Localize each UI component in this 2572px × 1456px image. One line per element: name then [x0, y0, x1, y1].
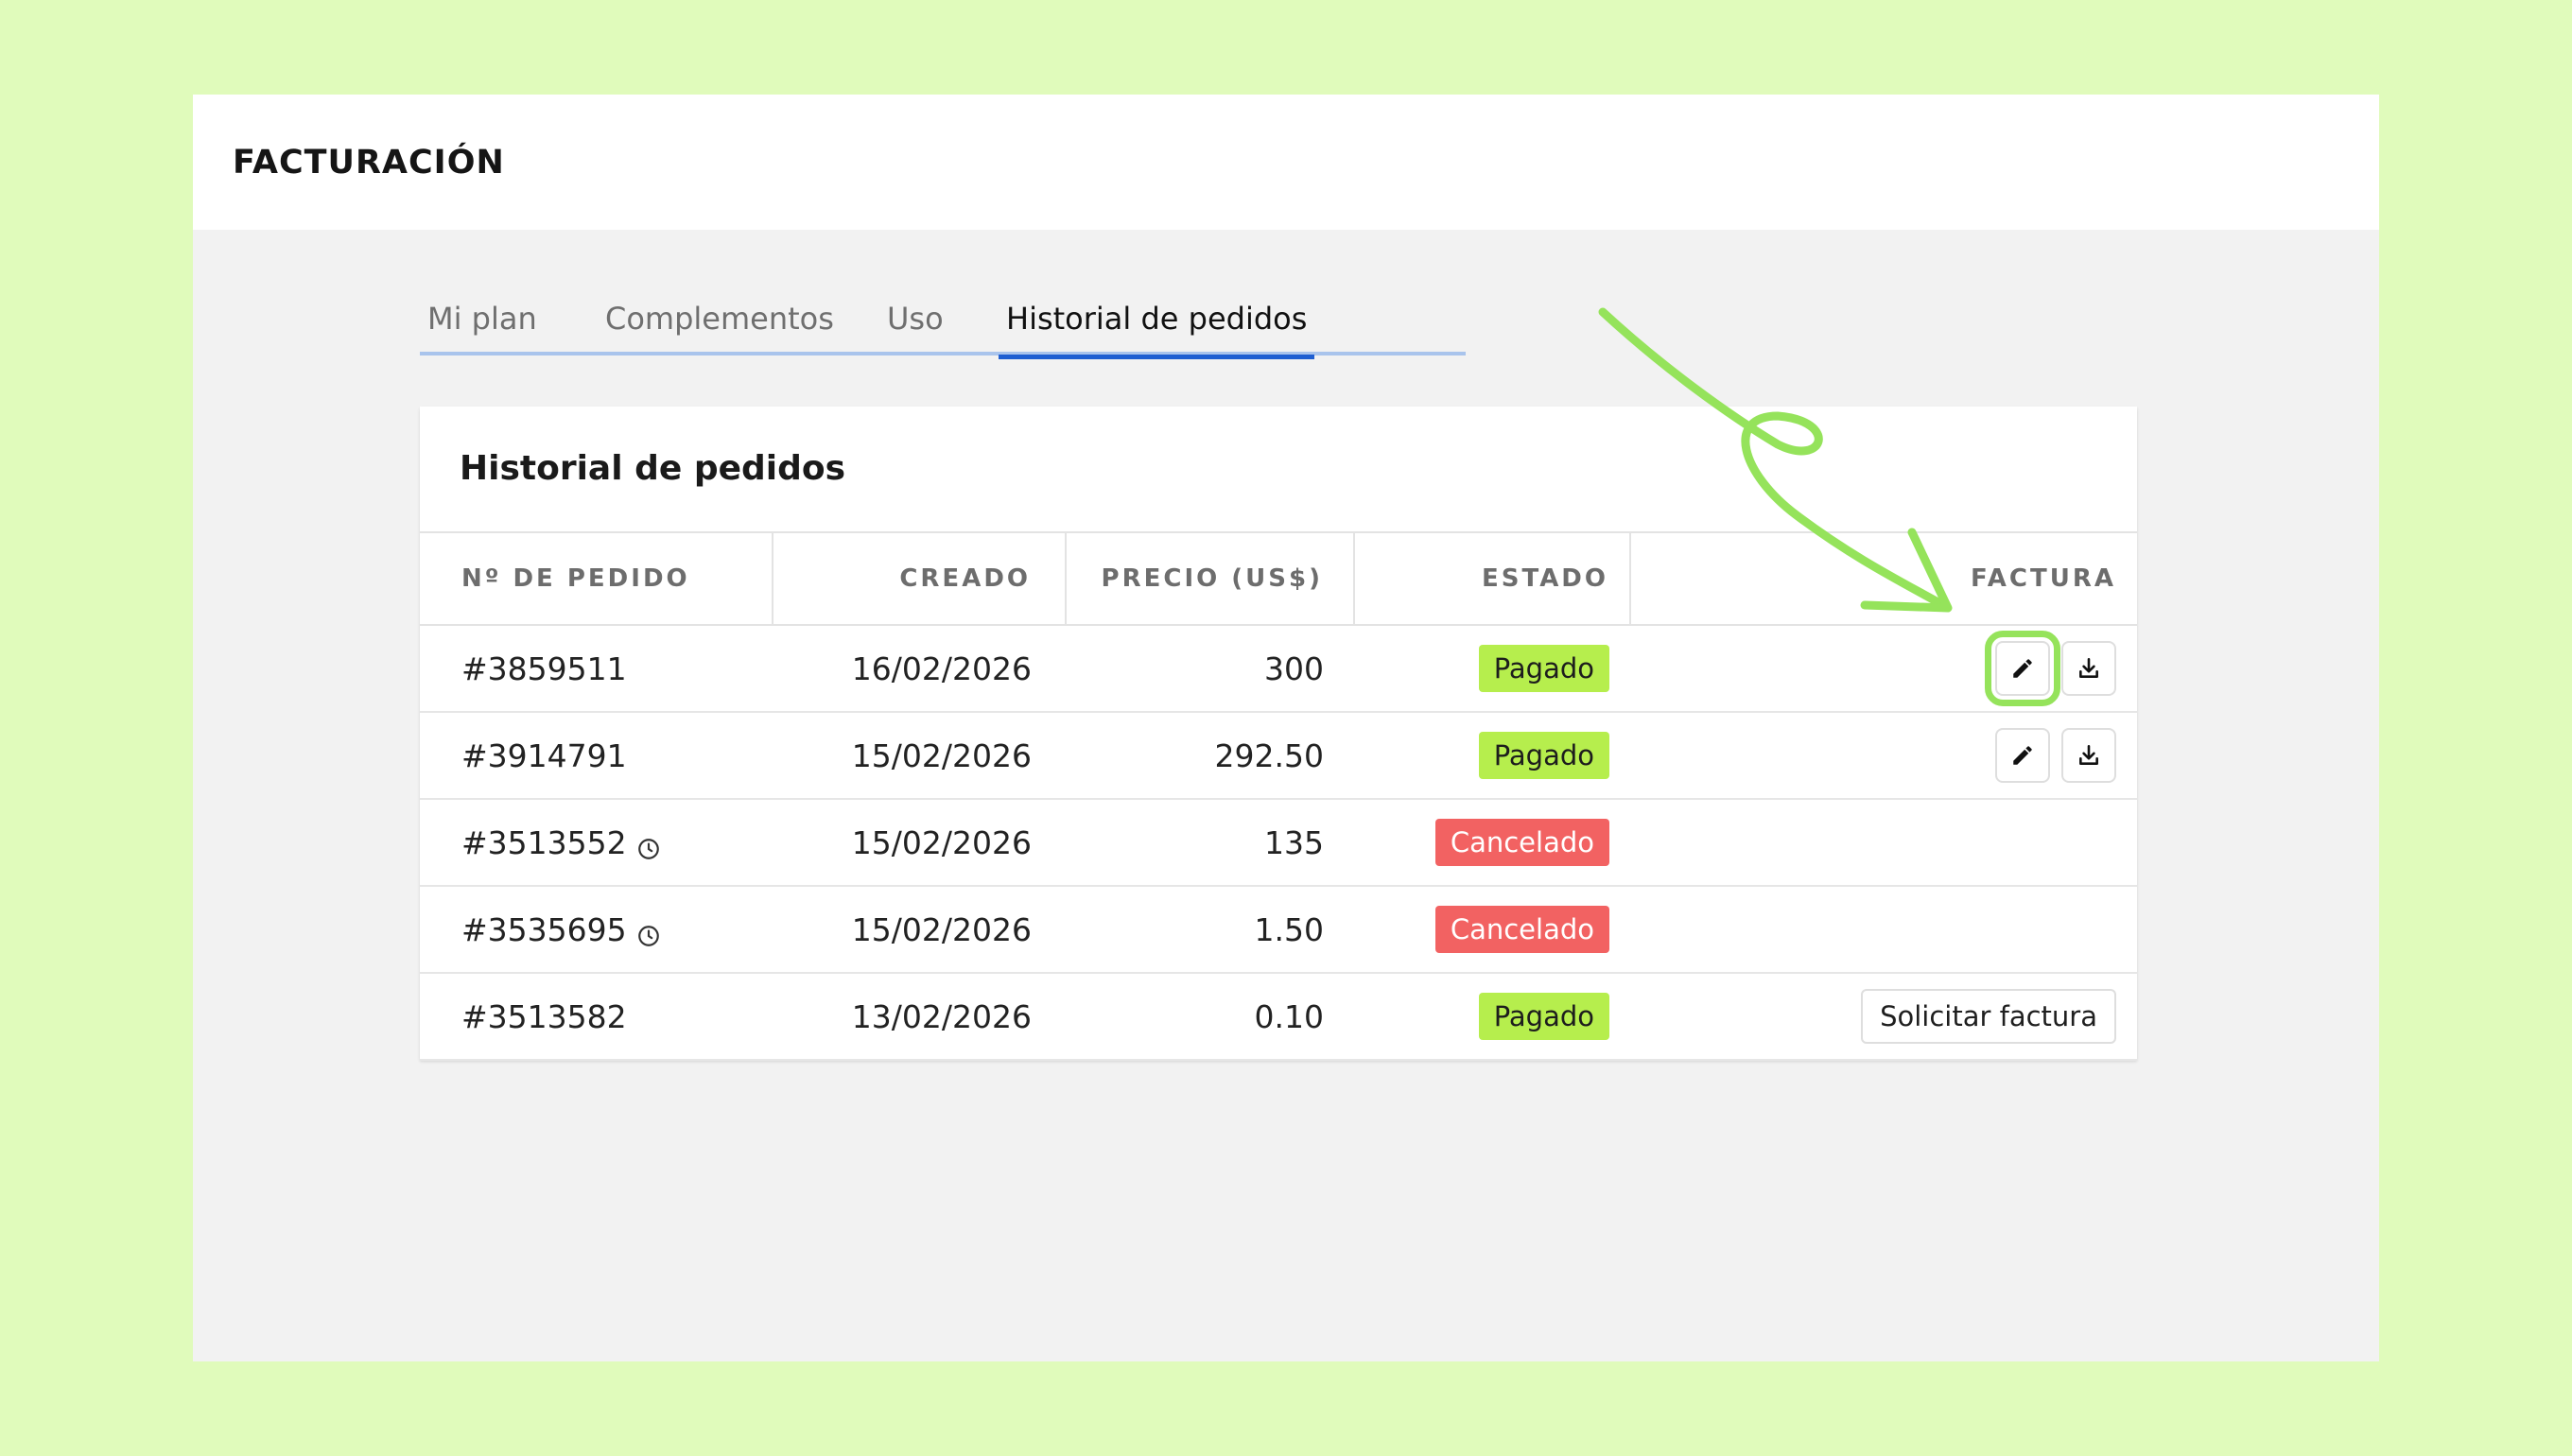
tab-historial-de-pedidos[interactable]: Historial de pedidos	[999, 291, 1315, 359]
status-badge: Cancelado	[1434, 819, 1609, 866]
order-number-cell: #3513582	[420, 973, 773, 1061]
download-invoice-button[interactable]	[2061, 641, 2116, 696]
order-number: #3513582	[461, 997, 627, 1035]
top-bar: FACTURACIÓN	[193, 95, 2379, 230]
tab-complementos[interactable]: Complementos	[598, 291, 842, 355]
billing-window: FACTURACIÓN Mi plan Complementos Uso His…	[193, 95, 2379, 1361]
tab-bar: Mi plan Complementos Uso Historial de pe…	[420, 291, 1466, 359]
orders-table: Nº DE PEDIDO CREADO PRECIO (US$) ESTADO …	[420, 531, 2137, 1061]
header-status: ESTADO	[1354, 531, 1631, 626]
header-created: CREADO	[773, 531, 1067, 626]
status-cell: Cancelado	[1354, 886, 1630, 974]
table-row: #3535695 15/02/2026 1.50 Cancelado	[420, 886, 2137, 974]
status-cell: Cancelado	[1354, 799, 1630, 887]
clock-icon	[636, 832, 661, 859]
status-cell: Pagado	[1354, 973, 1630, 1061]
order-number-cell: #3914791	[420, 712, 773, 800]
order-number-cell: #3859511	[420, 625, 773, 713]
tab-uso[interactable]: Uso	[879, 291, 951, 355]
table-row: #3513582 13/02/2026 0.10 Pagado Solicitar fa…	[420, 973, 2137, 1061]
price: 135	[1066, 799, 1354, 887]
order-number: #3859511	[461, 650, 627, 687]
invoice-cell: Solicitar factura	[1630, 973, 2137, 1061]
card-title: Historial de pedidos	[460, 449, 846, 488]
edit-invoice-button[interactable]	[1995, 728, 2050, 783]
table-header-row: Nº DE PEDIDO CREADO PRECIO (US$) ESTADO …	[420, 531, 2137, 626]
request-invoice-button[interactable]: Solicitar factura	[1861, 989, 2116, 1044]
table-row: #3914791 15/02/2026 292.50 Pagado	[420, 712, 2137, 800]
order-number: #3914791	[461, 737, 627, 774]
header-price: PRECIO (US$)	[1066, 531, 1355, 626]
status-cell: Pagado	[1354, 625, 1630, 713]
tab-mi-plan[interactable]: Mi plan	[420, 291, 545, 355]
price: 0.10	[1066, 973, 1354, 1061]
created-date: 16/02/2026	[773, 625, 1066, 713]
invoice-cell	[1630, 886, 2137, 974]
status-badge: Cancelado	[1434, 906, 1609, 953]
orders-card: Historial de pedidos Nº DE PEDIDO CREADO…	[420, 407, 2137, 1061]
table-row: #3513552 15/02/2026 135 Cancelado	[420, 799, 2137, 887]
created-date: 15/02/2026	[773, 712, 1066, 800]
invoice-cell	[1630, 625, 2137, 713]
download-invoice-button[interactable]	[2061, 728, 2116, 783]
invoice-cell	[1630, 799, 2137, 887]
header-order-number: Nº DE PEDIDO	[420, 531, 773, 626]
status-cell: Pagado	[1354, 712, 1630, 800]
created-date: 15/02/2026	[773, 799, 1066, 887]
order-number-cell: #3535695	[420, 886, 773, 974]
status-badge: Pagado	[1478, 732, 1609, 779]
created-date: 13/02/2026	[773, 973, 1066, 1061]
header-invoice: FACTURA	[1630, 531, 2137, 626]
page-title: FACTURACIÓN	[233, 144, 505, 182]
price: 292.50	[1066, 712, 1354, 800]
created-date: 15/02/2026	[773, 886, 1066, 974]
table-row: #3859511 16/02/2026 300 Pagado	[420, 625, 2137, 713]
order-number-cell: #3513552	[420, 799, 773, 887]
price: 300	[1066, 625, 1354, 713]
status-badge: Pagado	[1478, 645, 1609, 692]
status-badge: Pagado	[1478, 993, 1609, 1040]
order-number: #3513552	[461, 823, 627, 861]
order-number: #3535695	[461, 910, 627, 948]
price: 1.50	[1066, 886, 1354, 974]
edit-invoice-button[interactable]	[1985, 631, 2060, 706]
clock-icon	[636, 919, 661, 946]
invoice-cell	[1630, 712, 2137, 800]
